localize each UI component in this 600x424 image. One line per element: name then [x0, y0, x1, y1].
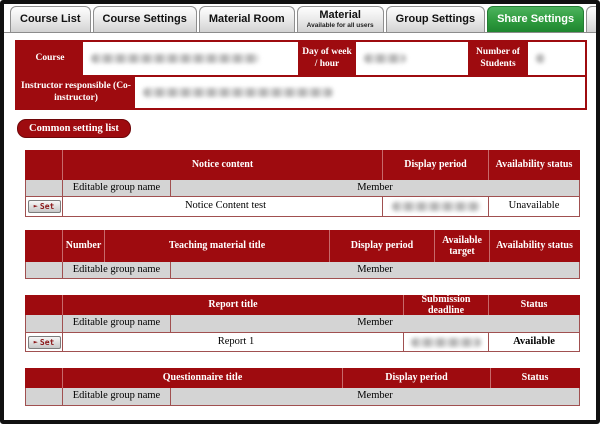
teaching-material-table: Number Teaching material title Display p… [25, 230, 580, 279]
tab-label: Share Settings [497, 14, 574, 26]
tab-sublabel: Available for all users [307, 22, 374, 29]
redacted-display-period [392, 202, 480, 211]
course-value [83, 42, 298, 75]
tab-share-settings[interactable]: Share Settings [487, 6, 584, 32]
report-set-column-header [25, 295, 63, 315]
tab-label: Material [319, 10, 361, 22]
subheader-spacer [25, 262, 63, 279]
tab-label: Course Settings [103, 14, 187, 26]
display-period-header: Display period [343, 368, 491, 388]
notice-row: ►Set Notice Content test Unavailable [25, 197, 580, 217]
number-of-students-value [528, 42, 585, 75]
available-target-header: Available target [435, 230, 490, 262]
tab-material-all-users[interactable]: Material Available for all users [297, 6, 384, 32]
status-header: Status [491, 368, 580, 388]
common-setting-list-button[interactable]: Common setting list [17, 119, 131, 138]
editable-group-name-header: Editable group name [63, 262, 171, 279]
report-title-header: Report title [63, 295, 404, 315]
notice-set-column-header [25, 150, 63, 180]
set-button-label: Set [40, 202, 54, 211]
set-button[interactable]: ►Set [28, 336, 61, 349]
status-header: Status [489, 295, 580, 315]
tab-bar: Course List Course Settings Material Roo… [4, 4, 596, 33]
set-button[interactable]: ►Set [28, 200, 61, 213]
main-content: Course Day of week / hour Number of Stud… [4, 33, 596, 406]
member-header: Member [171, 388, 580, 406]
member-header: Member [171, 262, 580, 279]
report-table: Report title Submission deadline Status … [25, 295, 580, 352]
report-row: ►Set Report 1 Available [25, 333, 580, 352]
play-arrow-icon: ► [34, 203, 38, 210]
instructor-value [135, 77, 585, 108]
availability-status-header: Availability status [490, 230, 580, 262]
tab-group-settings[interactable]: Group Settings [386, 6, 485, 32]
tab-course-list[interactable]: Course List [10, 6, 91, 32]
questionnaire-set-column-header [25, 368, 63, 388]
tab-label: Material Room [209, 14, 285, 26]
report-set-cell: ►Set [25, 333, 63, 352]
material-set-column-header [25, 230, 63, 262]
notice-set-cell: ►Set [25, 197, 63, 217]
editable-group-name-header: Editable group name [63, 180, 171, 197]
editable-group-name-header: Editable group name [63, 388, 171, 406]
number-header: Number [63, 230, 105, 262]
notice-display-period-cell [383, 197, 489, 217]
day-of-week-value [356, 42, 468, 75]
redacted-instructor-names [143, 88, 333, 97]
instructor-label: Instructor responsible (Co-instructor) [17, 77, 135, 108]
day-of-week-label: Day of week / hour [298, 42, 356, 75]
notice-title-cell: Notice Content test [63, 197, 383, 217]
submission-deadline-header: Submission deadline [404, 295, 489, 315]
member-header: Member [171, 315, 580, 333]
display-period-header: Display period [330, 230, 435, 262]
tab-label: Group Settings [396, 14, 475, 26]
display-period-header: Display period [383, 150, 489, 180]
notice-table: Notice content Display period Availabili… [25, 150, 580, 217]
tab-past-data[interactable]: Past Data [586, 6, 600, 32]
subheader-spacer [25, 315, 63, 333]
editable-group-name-header: Editable group name [63, 315, 171, 333]
report-status-cell: Available [489, 333, 580, 352]
set-button-label: Set [40, 338, 54, 347]
redacted-day-hour [364, 54, 406, 63]
redacted-deadline [411, 338, 481, 347]
redacted-student-count [536, 54, 545, 63]
course-info-box: Course Day of week / hour Number of Stud… [15, 40, 587, 110]
member-header: Member [171, 180, 580, 197]
tab-course-settings[interactable]: Course Settings [93, 6, 197, 32]
report-deadline-cell [404, 333, 489, 352]
redacted-course-name [91, 54, 259, 63]
notice-status-cell: Unavailable [489, 197, 580, 217]
tab-label: Course List [20, 14, 81, 26]
course-label: Course [17, 42, 83, 75]
subheader-spacer [25, 388, 63, 406]
questionnaire-title-header: Questionnaire title [63, 368, 343, 388]
subheader-spacer [25, 180, 63, 197]
tab-label: Past Data [596, 14, 600, 26]
report-title-cell: Report 1 [63, 333, 404, 352]
page-frame: Course List Course Settings Material Roo… [0, 0, 600, 424]
play-arrow-icon: ► [34, 339, 38, 346]
tab-material-room[interactable]: Material Room [199, 6, 295, 32]
questionnaire-table: Questionnaire title Display period Statu… [25, 368, 580, 406]
number-of-students-label: Number of Students [468, 42, 528, 75]
notice-content-header: Notice content [63, 150, 383, 180]
teaching-material-title-header: Teaching material title [105, 230, 330, 262]
availability-status-header: Availability status [489, 150, 580, 180]
